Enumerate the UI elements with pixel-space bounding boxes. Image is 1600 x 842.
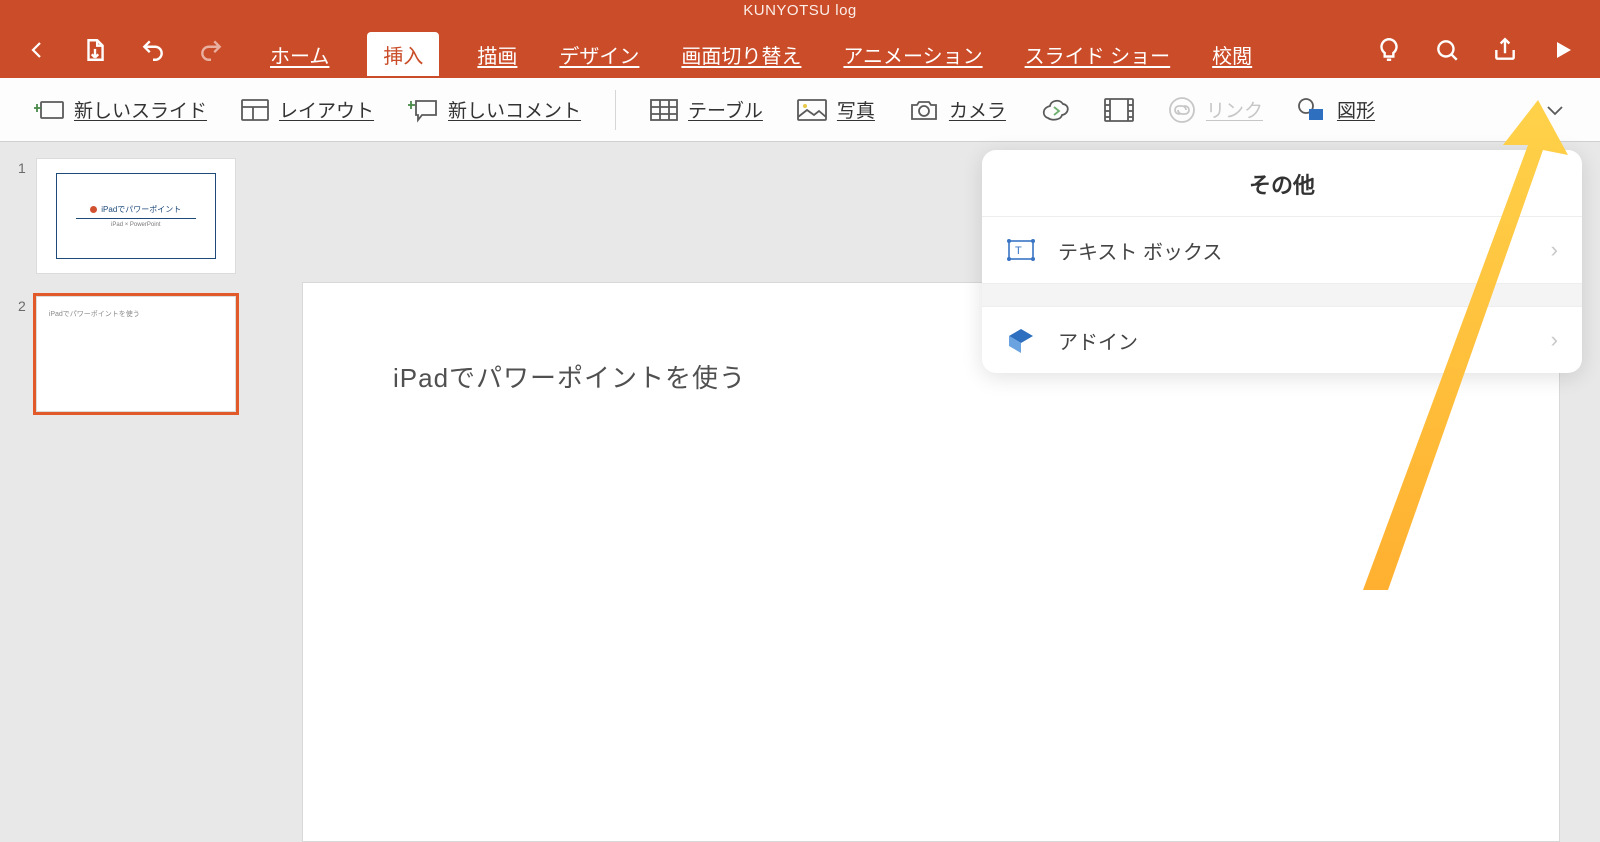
table-label: テーブル <box>688 96 763 123</box>
camera-label: カメラ <box>949 96 1006 123</box>
tab-draw[interactable]: 描画 <box>473 32 521 76</box>
freeform-button[interactable] <box>1040 96 1070 124</box>
slide-thumbnail-2[interactable]: iPadでパワーポイントを使う <box>36 296 236 412</box>
table-button[interactable]: テーブル <box>650 96 763 123</box>
thumbnail-row-1[interactable]: 1 iPadでパワーポイント iPad × PowerPoint <box>18 158 244 274</box>
present-button[interactable] <box>1548 35 1578 65</box>
thumbnail-number: 1 <box>18 158 26 176</box>
tab-transitions[interactable]: 画面切り替え <box>677 32 805 76</box>
photo-button[interactable]: 写真 <box>797 96 875 123</box>
tab-review[interactable]: 校閲 <box>1208 32 1256 76</box>
camera-button[interactable]: カメラ <box>909 96 1006 123</box>
popup-addin-label: アドイン <box>1058 326 1138 355</box>
svg-text:T: T <box>1015 245 1022 257</box>
shapes-button[interactable]: 図形 <box>1297 96 1375 123</box>
shapes-label: 図形 <box>1337 96 1375 123</box>
ribbon-separator <box>615 90 616 130</box>
title-toolbar: ホーム 挿入 描画 デザイン 画面切り替え アニメーション スライド ショー 校… <box>0 24 1600 78</box>
textbox-icon: T <box>1006 235 1036 265</box>
thumbnail-row-2[interactable]: 2 iPadでパワーポイントを使う <box>18 296 244 412</box>
undo-button[interactable] <box>138 35 168 65</box>
new-comment-label: 新しいコメント <box>448 96 581 123</box>
share-button[interactable] <box>1490 35 1520 65</box>
ribbon-more-button[interactable] <box>1544 99 1566 121</box>
app-titlebar: KUNYOTSU log ホーム 挿入 描画 デザイン 画面切り替え アニメーシ… <box>0 0 1600 78</box>
slide-thumbnail-1[interactable]: iPadでパワーポイント iPad × PowerPoint <box>36 158 236 274</box>
popup-textbox-label: テキスト ボックス <box>1058 236 1222 265</box>
new-comment-button[interactable]: 新しいコメント <box>408 96 581 123</box>
link-button[interactable]: リンク <box>1168 96 1263 124</box>
tab-design[interactable]: デザイン <box>555 32 643 76</box>
tell-me-button[interactable] <box>1374 35 1404 65</box>
layout-button[interactable]: レイアウト <box>241 96 374 123</box>
layout-label: レイアウト <box>279 96 374 123</box>
ribbon-insert: 新しいスライド レイアウト 新しいコメント テーブル 写真 カメラ リンク 図形 <box>0 78 1600 142</box>
thumb2-text: iPadでパワーポイントを使う <box>49 309 140 319</box>
popup-item-textbox[interactable]: T テキスト ボックス › <box>982 217 1582 283</box>
tab-insert[interactable]: 挿入 <box>367 32 439 76</box>
back-button[interactable] <box>22 35 52 65</box>
video-button[interactable] <box>1104 98 1134 122</box>
tab-animations[interactable]: アニメーション <box>839 32 986 76</box>
thumb1-title: iPadでパワーポイント <box>101 204 181 215</box>
popup-header: その他 <box>982 150 1582 216</box>
slide-thumbnail-panel: 1 iPadでパワーポイント iPad × PowerPoint 2 iPadで… <box>0 142 262 752</box>
photo-label: 写真 <box>837 96 875 123</box>
chevron-right-icon: › <box>1551 237 1558 263</box>
new-slide-button[interactable]: 新しいスライド <box>34 96 207 123</box>
more-popup: その他 T テキスト ボックス › アドイン › <box>982 150 1582 373</box>
popup-item-addin[interactable]: アドイン › <box>982 307 1582 373</box>
search-button[interactable] <box>1432 35 1462 65</box>
redo-button[interactable] <box>196 35 226 65</box>
new-slide-label: 新しいスライド <box>74 96 207 123</box>
chevron-right-icon: › <box>1551 327 1558 353</box>
tab-slideshow[interactable]: スライド ショー <box>1021 32 1175 76</box>
tab-home[interactable]: ホーム <box>266 32 333 76</box>
file-button[interactable] <box>80 35 110 65</box>
thumb1-subtitle: iPad × PowerPoint <box>111 222 161 228</box>
thumbnail-number: 2 <box>18 296 26 314</box>
addin-icon <box>1006 325 1036 355</box>
ribbon-tabs: ホーム 挿入 描画 デザイン 画面切り替え アニメーション スライド ショー 校… <box>266 24 1256 76</box>
link-label: リンク <box>1206 96 1263 123</box>
document-title: KUNYOTSU log <box>0 0 1600 24</box>
